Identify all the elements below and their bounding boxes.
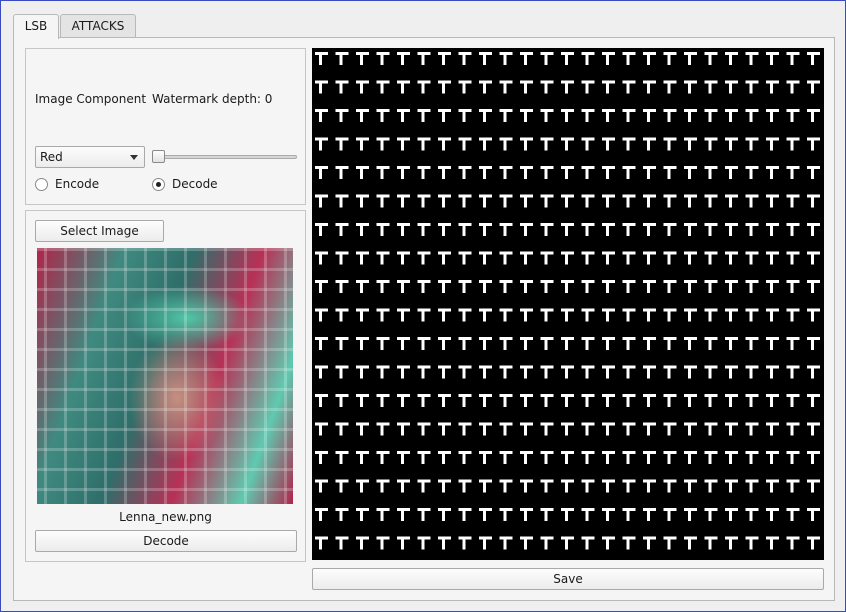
select-image-button[interactable]: Select Image <box>35 220 164 242</box>
image-component-label: Image Component <box>35 92 147 106</box>
slider-groove <box>152 155 297 159</box>
image-group: Select Image Lenna_new.png Decode <box>25 210 306 562</box>
encode-radio-label[interactable]: Encode <box>55 177 99 191</box>
chevron-down-icon <box>130 155 138 160</box>
save-button[interactable]: Save <box>312 568 824 590</box>
app-window: LSB ATTACKS Image Component Watermark de… <box>0 0 846 612</box>
decode-radio-label[interactable]: Decode <box>172 177 218 191</box>
watermark-depth-label: Watermark depth: 0 <box>152 92 273 106</box>
watermark-pattern <box>312 48 824 560</box>
image-component-value: Red <box>40 150 63 164</box>
decode-button[interactable]: Decode <box>35 530 297 552</box>
watermark-output-canvas <box>312 48 824 560</box>
decode-radio[interactable] <box>152 178 165 191</box>
tab-lsb[interactable]: LSB <box>13 14 59 39</box>
tab-attacks[interactable]: ATTACKS <box>60 14 136 38</box>
slider-handle[interactable] <box>152 150 165 163</box>
image-preview <box>37 248 293 504</box>
lsb-panel: Image Component Watermark depth: 0 Red E… <box>13 37 835 601</box>
image-component-select[interactable]: Red <box>35 146 145 168</box>
settings-group: Image Component Watermark depth: 0 Red E… <box>25 48 306 205</box>
image-filename: Lenna_new.png <box>119 510 212 524</box>
encode-radio[interactable] <box>35 178 48 191</box>
watermark-depth-slider[interactable] <box>152 148 297 166</box>
